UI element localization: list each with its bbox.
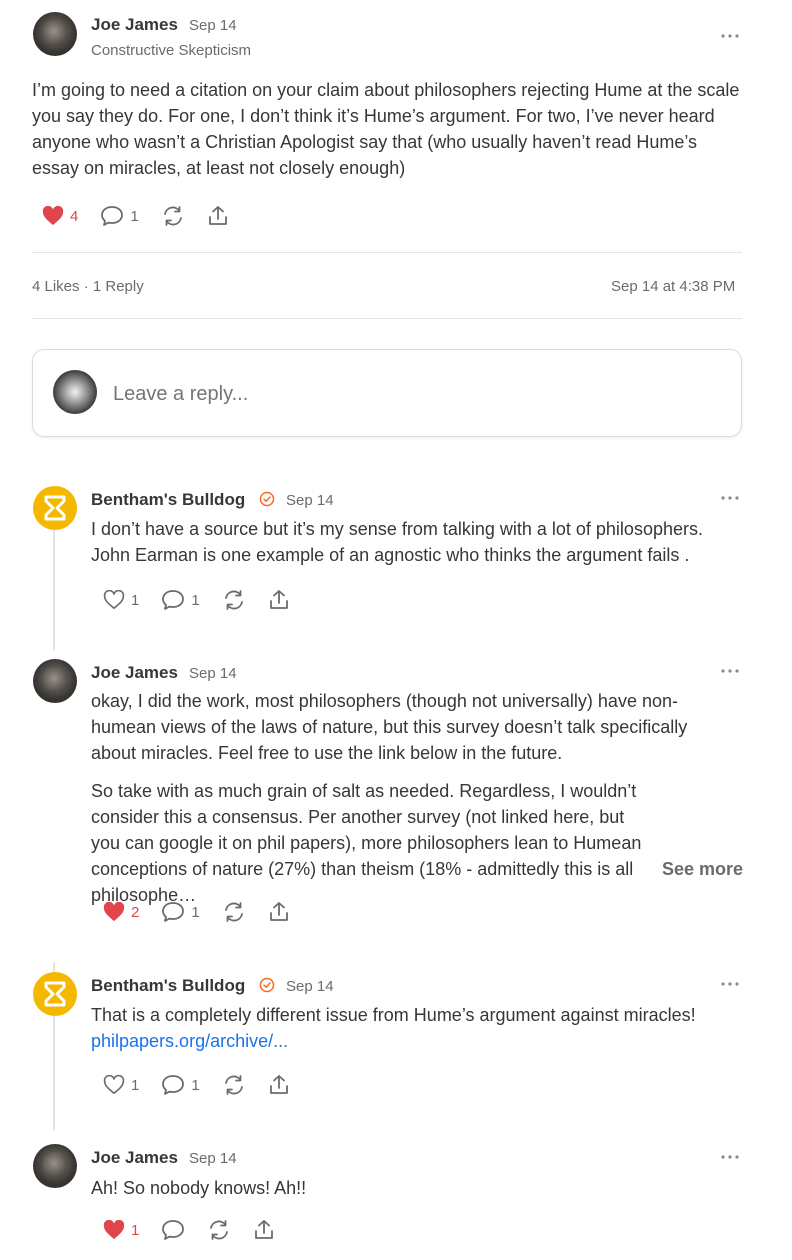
comment-body-continued: So take with as much grain of salt as ne… (91, 781, 642, 905)
restack-icon (224, 902, 243, 922)
comment-actions: 1 (103, 1216, 297, 1244)
avatar[interactable] (33, 486, 77, 530)
like-count: 4 (70, 207, 79, 225)
likes-replies-summary[interactable]: 4 Likes · 1 Reply (32, 278, 144, 295)
reply-input[interactable] (111, 378, 715, 410)
like-count: 1 (131, 591, 140, 609)
reply-button[interactable]: 1 (161, 589, 200, 611)
comment-date[interactable]: Sep 14 (189, 1150, 237, 1167)
comment-author[interactable]: Joe James (91, 663, 178, 683)
reply-button[interactable]: 1 (100, 205, 139, 227)
comment-icon (162, 902, 185, 922)
comment-icon (162, 1075, 185, 1095)
share-button[interactable] (268, 589, 290, 611)
verified-icon (259, 977, 275, 993)
see-more-button[interactable]: See more (662, 859, 743, 880)
like-button[interactable]: 1 (103, 1220, 139, 1240)
reply-count: 1 (130, 207, 139, 225)
like-button[interactable]: 4 (42, 206, 78, 226)
hourglass-icon (44, 495, 66, 521)
heart-filled-icon (103, 1220, 125, 1240)
comment-author[interactable]: Bentham's Bulldog (91, 976, 245, 996)
publication-name[interactable]: Constructive Skepticism (91, 42, 251, 59)
divider (32, 318, 742, 319)
thread-line (53, 520, 55, 650)
restack-button[interactable] (161, 205, 185, 227)
comment-timestamp: Sep 14 at 4:38 PM (611, 278, 736, 295)
share-icon (208, 206, 227, 225)
comment-author[interactable]: Joe James (91, 15, 178, 35)
restack-icon (163, 206, 182, 226)
more-options-icon[interactable] (720, 981, 740, 987)
comment-body: I don’t have a source but it’s my sense … (91, 519, 703, 565)
share-icon (269, 590, 288, 609)
like-count: 1 (131, 1076, 140, 1094)
share-button[interactable] (268, 1074, 290, 1096)
heart-filled-icon (103, 902, 125, 922)
restack-icon (224, 1075, 243, 1095)
like-button[interactable]: 1 (103, 1075, 139, 1095)
share-icon (269, 1075, 288, 1094)
comment-icon (162, 590, 185, 610)
heart-icon (103, 1075, 125, 1094)
restack-button[interactable] (207, 1219, 231, 1241)
comment-author[interactable]: Joe James (91, 1148, 178, 1168)
reply-count: 1 (191, 591, 200, 609)
comment-body: That is a completely different issue fro… (91, 1005, 696, 1025)
reply-count: 1 (191, 1076, 200, 1094)
reply-button[interactable]: 1 (161, 1074, 200, 1096)
comment-author[interactable]: Bentham's Bulldog (91, 490, 245, 510)
more-options-icon[interactable] (720, 33, 740, 39)
comment-body: okay, I did the work, most philosophers … (91, 691, 688, 763)
reply-button[interactable]: 1 (161, 901, 200, 923)
comment-body: Ah! So nobody knows! Ah!! (91, 1178, 307, 1198)
comment-actions: 2 1 (103, 898, 312, 926)
more-options-icon[interactable] (720, 495, 740, 501)
more-options-icon[interactable] (720, 668, 740, 674)
comment-date[interactable]: Sep 14 (189, 17, 237, 34)
restack-button[interactable] (222, 589, 246, 611)
hourglass-icon (44, 981, 66, 1007)
restack-button[interactable] (222, 901, 246, 923)
comment-actions: 1 1 (103, 1071, 312, 1099)
reply-button[interactable] (161, 1219, 185, 1241)
link[interactable]: philpapers.org/archive/... (91, 1028, 288, 1054)
avatar[interactable] (33, 1144, 77, 1188)
comment-icon (162, 1220, 185, 1240)
restack-icon (210, 1220, 229, 1240)
like-button[interactable]: 2 (103, 902, 139, 922)
comment-actions: 4 1 (42, 202, 251, 230)
share-icon (269, 902, 288, 921)
share-button[interactable] (207, 205, 229, 227)
avatar[interactable] (33, 659, 77, 703)
restack-icon (224, 590, 243, 610)
comment-date[interactable]: Sep 14 (189, 665, 237, 682)
verified-icon (259, 491, 275, 507)
comment-body: I’m going to need a citation on your cla… (32, 80, 740, 178)
reply-count: 1 (191, 903, 200, 921)
avatar[interactable] (33, 12, 77, 56)
like-count: 2 (131, 903, 140, 921)
like-count: 1 (131, 1221, 140, 1239)
heart-icon (103, 590, 125, 609)
share-button[interactable] (253, 1219, 275, 1241)
restack-button[interactable] (222, 1074, 246, 1096)
divider (32, 252, 742, 253)
comment-actions: 1 1 (103, 586, 312, 614)
avatar[interactable] (33, 972, 77, 1016)
more-options-icon[interactable] (720, 1154, 740, 1160)
user-avatar (53, 370, 97, 414)
like-button[interactable]: 1 (103, 590, 139, 610)
share-icon (255, 1220, 274, 1239)
comment-icon (101, 206, 124, 226)
heart-filled-icon (42, 206, 64, 226)
comment-date[interactable]: Sep 14 (286, 978, 334, 995)
reply-box[interactable] (32, 349, 742, 437)
comment-date[interactable]: Sep 14 (286, 492, 334, 509)
share-button[interactable] (268, 901, 290, 923)
